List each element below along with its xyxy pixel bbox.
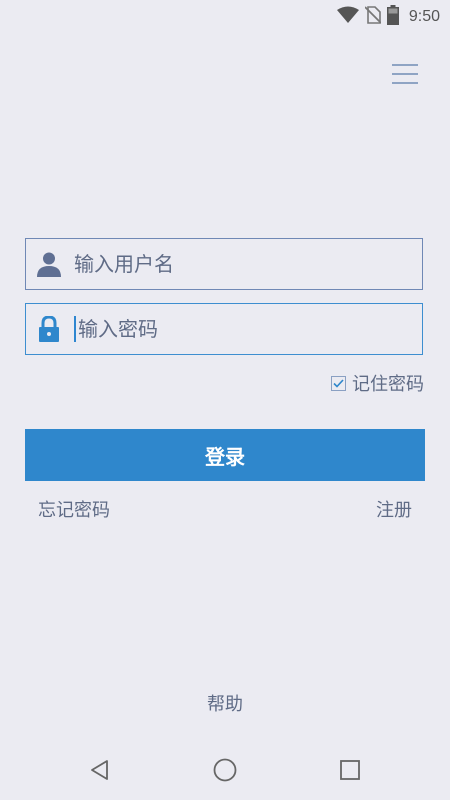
remember-password-label: 记住密码 <box>352 374 424 395</box>
navigation-bar <box>0 740 450 800</box>
user-icon <box>26 239 72 289</box>
hamburger-menu-icon[interactable] <box>392 62 420 86</box>
recent-apps-icon[interactable] <box>334 754 366 786</box>
status-icons: 9:50 <box>336 5 440 29</box>
username-input[interactable] <box>72 240 422 288</box>
home-icon[interactable] <box>209 754 241 786</box>
help-link[interactable]: 帮助 <box>0 690 450 716</box>
lock-icon <box>26 304 72 354</box>
back-icon[interactable] <box>84 754 116 786</box>
username-field[interactable] <box>25 238 423 290</box>
password-field[interactable] <box>25 303 423 355</box>
status-time: 9:50 <box>408 8 440 25</box>
wifi-icon <box>336 6 359 28</box>
register-link[interactable]: 注册 <box>376 496 412 522</box>
remember-password-toggle[interactable]: 记住密码 <box>331 370 424 396</box>
forgot-password-link[interactable]: 忘记密码 <box>38 496 110 522</box>
status-bar: 9:50 <box>0 0 450 32</box>
login-button[interactable]: 登录 <box>25 429 425 481</box>
battery-icon <box>386 5 399 29</box>
password-input[interactable] <box>76 305 422 353</box>
no-sim-icon <box>364 6 382 28</box>
checkmark-icon <box>333 378 344 388</box>
remember-password-checkbox[interactable] <box>331 375 346 391</box>
